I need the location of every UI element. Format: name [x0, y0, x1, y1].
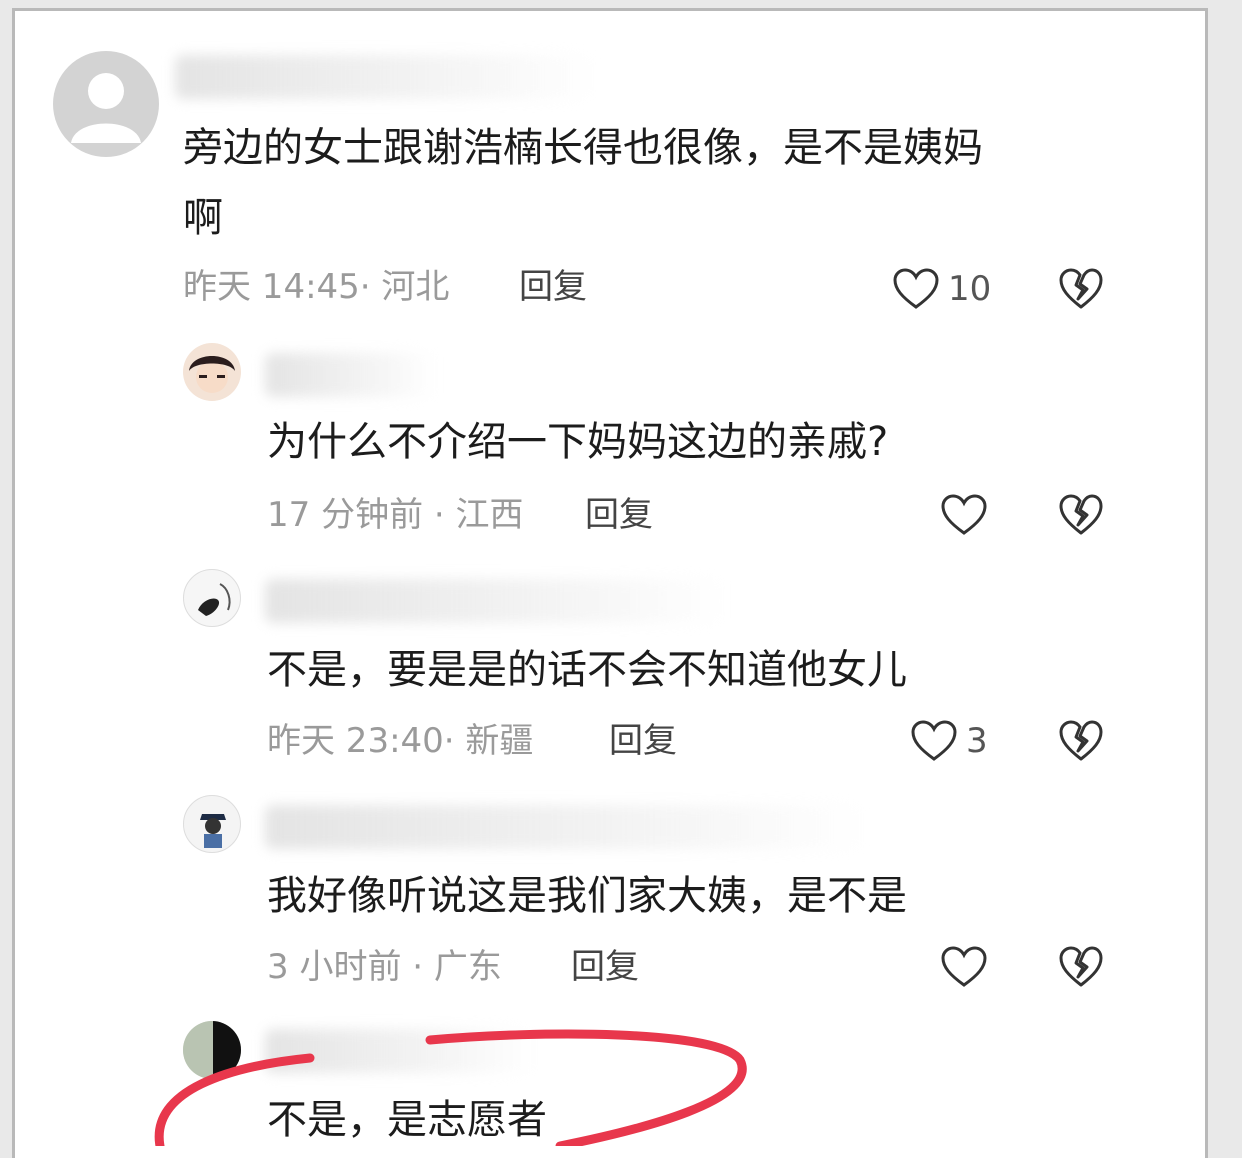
- like-count: 10: [948, 269, 992, 309]
- comment-meta: 昨天 14:45· 河北: [183, 267, 450, 307]
- comment-meta: 昨天 23:40· 新疆: [267, 721, 534, 761]
- comment-text: 旁边的女士跟谢浩楠长得也很像，是不是姨妈: [183, 125, 983, 171]
- user-avatar[interactable]: [183, 1021, 241, 1079]
- comment-thread: 旁边的女士跟谢浩楠长得也很像，是不是姨妈 啊 昨天 14:45· 河北 回复 1…: [12, 8, 1208, 1158]
- reply-button[interactable]: 回复: [585, 495, 653, 535]
- username-blurred: [265, 1029, 535, 1073]
- username-blurred: [265, 579, 725, 623]
- reply-button[interactable]: 回复: [609, 721, 677, 761]
- comment-text: 不是，是志愿者: [267, 1097, 547, 1143]
- anime-avatar-icon: [189, 356, 235, 393]
- default-user-avatar-icon: [71, 73, 141, 143]
- username-blurred: [175, 55, 595, 99]
- user-avatar[interactable]: [183, 569, 241, 627]
- heart-outline-icon[interactable]: [910, 719, 958, 763]
- heart-outline-icon[interactable]: [940, 945, 988, 989]
- reply-button[interactable]: 回复: [571, 947, 639, 987]
- like-count: 3: [966, 721, 988, 761]
- broken-heart-icon[interactable]: [1058, 719, 1104, 763]
- comment-text-continued: 啊: [183, 195, 223, 241]
- comment-text: 不是，要是是的话不会不知道他女儿: [267, 647, 907, 693]
- broken-heart-icon[interactable]: [1058, 945, 1104, 989]
- default-avatar[interactable]: [53, 51, 159, 157]
- username-blurred: [265, 353, 435, 397]
- comment-text: 我好像听说这是我们家大姨，是不是: [267, 873, 907, 919]
- username-blurred: [265, 805, 865, 849]
- reply-button[interactable]: 回复: [519, 267, 587, 307]
- silhouette-avatar-icon: [198, 583, 231, 616]
- comment-meta: 3 小时前 · 广东: [267, 947, 502, 987]
- broken-heart-icon[interactable]: [1058, 493, 1104, 537]
- broken-heart-icon[interactable]: [1058, 267, 1104, 311]
- dark-avatar-icon: [183, 1021, 241, 1079]
- heart-outline-icon[interactable]: [940, 493, 988, 537]
- user-avatar[interactable]: [183, 795, 241, 853]
- comment-text: 为什么不介绍一下妈妈这边的亲戚?: [267, 419, 889, 465]
- comment-meta: 17 分钟前 · 江西: [267, 495, 524, 535]
- user-avatar[interactable]: [183, 343, 241, 401]
- heart-outline-icon[interactable]: [892, 267, 940, 311]
- character-avatar-icon: [200, 814, 226, 848]
